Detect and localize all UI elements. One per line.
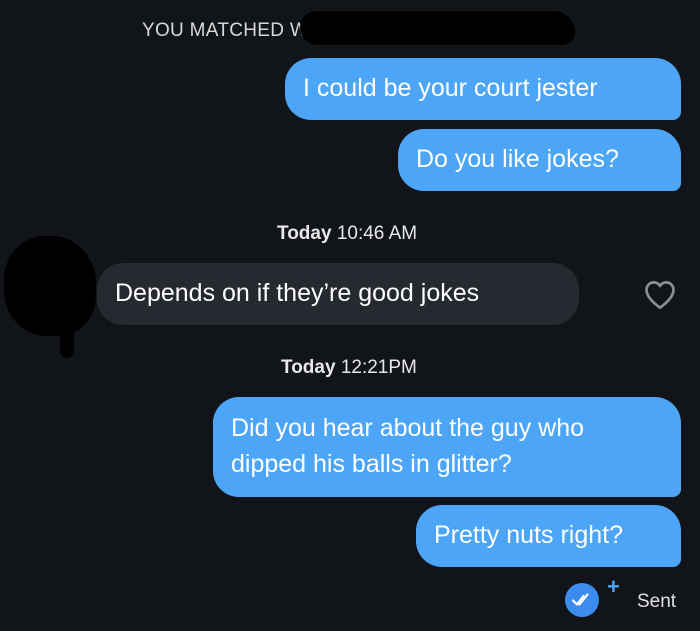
double-check-icon[interactable] bbox=[565, 583, 599, 617]
heart-outline-icon[interactable] bbox=[641, 277, 679, 313]
message-bubble-sent[interactable]: I could be your court jester bbox=[285, 58, 681, 120]
timestamp-time: 12:21PM bbox=[340, 357, 417, 378]
sent-status: Sent bbox=[637, 591, 677, 612]
message-bubble-sent[interactable]: Pretty nuts right? bbox=[416, 505, 681, 567]
timestamp-day: Today bbox=[277, 223, 332, 244]
avatar-redaction bbox=[4, 236, 96, 336]
plus-icon[interactable]: + bbox=[607, 576, 620, 598]
message-bubble-received[interactable]: Depends on if they’re good jokes bbox=[97, 263, 579, 325]
message-timestamp: Today 12:21PM bbox=[281, 357, 417, 379]
name-redaction bbox=[300, 11, 575, 45]
message-timestamp: Today 10:46 AM bbox=[277, 223, 417, 245]
match-header: YOU MATCHED WI bbox=[142, 20, 314, 41]
message-bubble-sent[interactable]: Did you hear about the guy who dipped hi… bbox=[213, 397, 681, 497]
avatar-redaction-drip bbox=[60, 320, 74, 358]
timestamp-time: 10:46 AM bbox=[336, 223, 418, 244]
message-bubble-sent[interactable]: Do you like jokes? bbox=[398, 129, 681, 191]
double-check-icon-glyph bbox=[571, 593, 589, 606]
timestamp-day: Today bbox=[281, 357, 336, 378]
